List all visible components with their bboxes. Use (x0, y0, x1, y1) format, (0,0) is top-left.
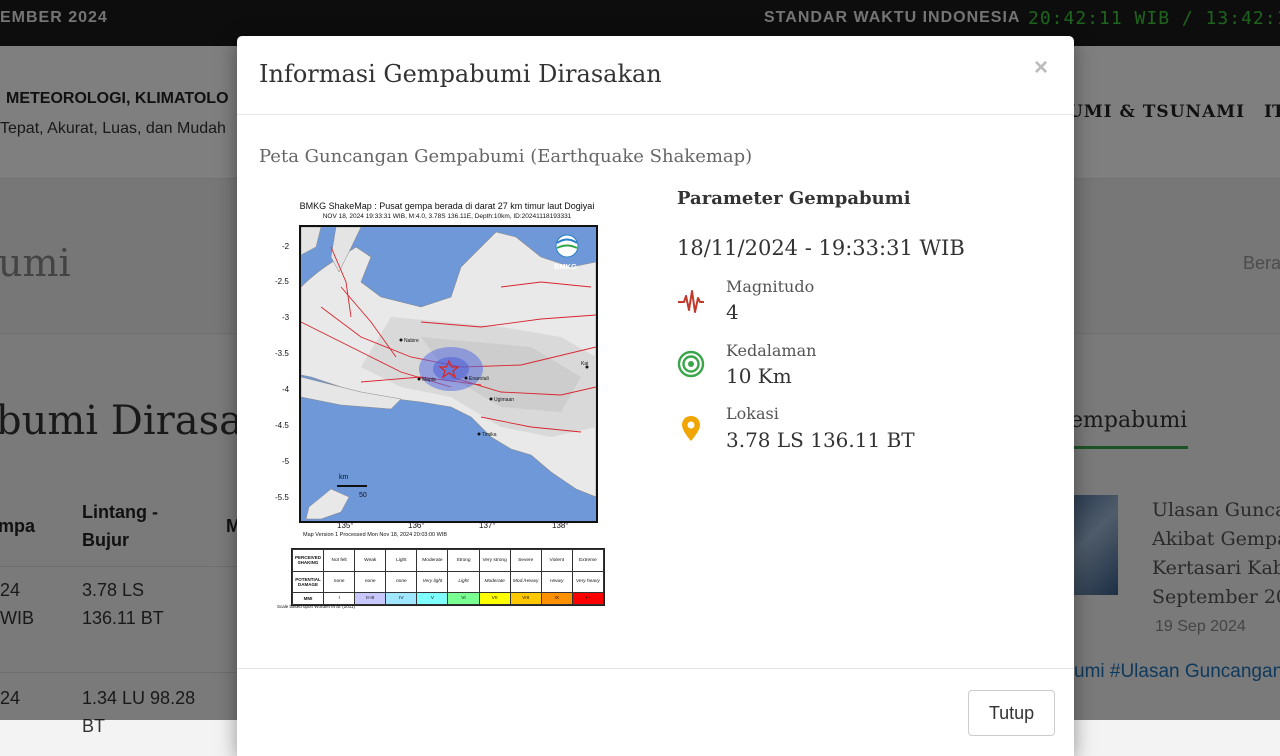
legend-cell: Extreme (571, 549, 605, 572)
legend-mmi-cell: II-III (354, 592, 387, 605)
location-label: Lokasi (726, 404, 779, 423)
bmkg-logo: BMKG (554, 234, 579, 271)
town-label: Nabire (404, 338, 419, 344)
shakemap-heading: Peta Guncangan Gempabumi (Earthquake Sha… (259, 146, 753, 167)
shakemap-image: BMKG ShakeMap : Pusat gempa berada di da… (275, 196, 617, 610)
legend-cell: Very heavy (571, 570, 605, 594)
town-label: Timika (482, 432, 497, 438)
intensity-legend: PERCEIVED SHAKING Not felt Weak Light Mo… (291, 548, 605, 606)
legend-cell: none (354, 570, 387, 594)
legend-row-perceived-shaking: PERCEIVED SHAKING Not felt Weak Light Mo… (291, 549, 605, 572)
x-tick-label: 138° (552, 521, 569, 530)
legend-mmi-cell: VIII (509, 592, 542, 605)
depth-signal-icon (677, 350, 705, 378)
town-label: Mapia (422, 377, 436, 383)
legend-cell: none (323, 570, 356, 594)
legend-mmi-cell: I (323, 592, 356, 605)
shakemap-terrain: Nabire Enarotali Mapia Ugimaan Timika Ka… (301, 227, 596, 520)
y-tick-label: -2 (282, 242, 290, 251)
town-label: Ugimaan (494, 397, 514, 403)
x-tick-label: 135° (337, 521, 354, 530)
legend-cell: Very strong (478, 549, 511, 572)
y-tick-label: -3 (282, 313, 290, 322)
scale-note: Scale based upon Worden et al. (2011) (277, 604, 355, 609)
town-label: Kai (581, 361, 588, 367)
legend-cell: Mod./Heavy (509, 570, 542, 594)
scale-value-label: 50 (359, 492, 367, 499)
close-button[interactable]: Tutup (968, 690, 1055, 736)
legend-cell: Moderate (478, 570, 511, 594)
y-tick-label: -4 (282, 385, 290, 394)
legend-cell: Severe (509, 549, 542, 572)
magnitude-label: Magnitudo (726, 277, 815, 296)
legend-cell: Not felt (323, 549, 356, 572)
legend-cell: none (385, 570, 418, 594)
y-tick-label: -2.5 (275, 277, 289, 286)
legend-row-mmi: MMI I II-III IV V VI VII VIII IX X+ (291, 592, 605, 605)
event-datetime: 18/11/2024 - 19:33:31 WIB (677, 236, 965, 260)
shakemap-map: Nabire Enarotali Mapia Ugimaan Timika Ka… (299, 225, 598, 523)
y-tick-label: -3.5 (275, 349, 289, 358)
legend-cell: Heavy (540, 570, 573, 594)
map-version: Map Version 1 Processed Mon Nov 18, 2024… (303, 532, 447, 538)
modal-title: Informasi Gempabumi Dirasakan (259, 60, 662, 88)
shakemap-caption-detail: NOV 18, 2024 19:33:31 WIB, M:4.0, 3.78S … (322, 213, 572, 220)
legend-mmi-cell: V (416, 592, 449, 605)
x-tick-label: 137° (479, 521, 496, 530)
y-tick-label: -5 (282, 457, 290, 466)
y-tick-label: -5.5 (275, 493, 289, 502)
y-tick-label: -4.5 (275, 421, 289, 430)
bmkg-logo-text: BMKG (554, 262, 577, 271)
modal-footer-divider (237, 668, 1074, 669)
seismograph-icon (678, 290, 704, 313)
legend-cell: Violent (540, 549, 573, 572)
magnitude-value: 4 (726, 300, 739, 324)
legend-cell: Very light (416, 570, 449, 594)
legend-cell: Moderate (416, 549, 449, 572)
legend-mmi-cell: X+ (571, 592, 605, 605)
x-tick-label: 136° (408, 521, 425, 530)
parameters-heading: Parameter Gempabumi (677, 188, 911, 209)
legend-cell: MMI (291, 592, 325, 605)
modal-header: Informasi Gempabumi Dirasakan × (237, 36, 1074, 115)
scale-unit-label: km (339, 474, 349, 481)
legend-mmi-cell: IV (385, 592, 418, 605)
depth-value: 10 Km (726, 364, 792, 388)
legend-cell: PERCEIVED SHAKING (291, 549, 325, 572)
legend-mmi-cell: VII (478, 592, 511, 605)
shakemap-caption: BMKG ShakeMap : Pusat gempa berada di da… (299, 201, 595, 211)
legend-mmi-cell: IX (540, 592, 573, 605)
legend-cell: Light (385, 549, 418, 572)
earthquake-info-modal: Informasi Gempabumi Dirasakan × Peta Gun… (237, 36, 1074, 756)
town-label: Enarotali (469, 376, 489, 382)
legend-cell: Strong (447, 549, 480, 572)
close-icon[interactable]: × (1034, 54, 1048, 82)
location-value: 3.78 LS 136.11 BT (726, 428, 915, 452)
legend-cell: Weak (354, 549, 387, 572)
legend-mmi-cell: VI (447, 592, 480, 605)
depth-label: Kedalaman (726, 341, 817, 360)
location-pin-icon (682, 416, 700, 441)
legend-cell: POTENTIAL DAMAGE (291, 570, 325, 594)
legend-row-potential-damage: POTENTIAL DAMAGE none none none Very lig… (291, 570, 605, 594)
legend-cell: Light (447, 570, 480, 594)
